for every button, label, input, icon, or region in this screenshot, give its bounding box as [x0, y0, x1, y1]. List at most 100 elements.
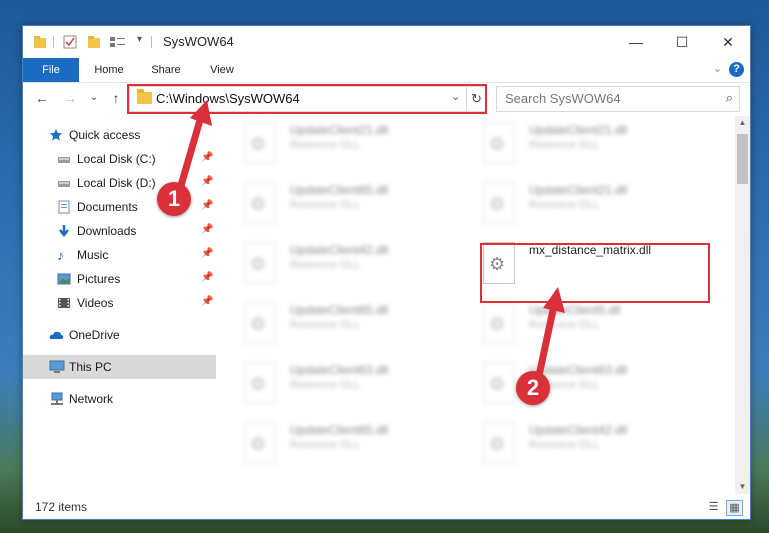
file-item[interactable]: UpdateClient5.dll Resource DLL	[467, 296, 687, 350]
status-bar: 172 items ☰ ▦	[23, 496, 750, 519]
sidebar-item-label: Documents	[77, 200, 138, 214]
sidebar-item-label: Pictures	[77, 272, 121, 286]
forward-button[interactable]: →	[61, 89, 79, 107]
sidebar-item-label: Music	[77, 248, 109, 262]
tab-share[interactable]: Share	[143, 58, 189, 82]
file-type: Resource DLL	[529, 199, 600, 211]
highlight-box-address	[127, 84, 487, 114]
sidebar-item-label: Network	[69, 392, 114, 406]
recent-locations-button[interactable]: ⌄	[85, 89, 103, 107]
help-icon[interactable]: ?	[729, 62, 744, 77]
view-options-icon[interactable]	[109, 35, 125, 49]
vertical-scrollbar[interactable]: ▲ ▼	[735, 116, 750, 494]
dll-file-icon	[244, 242, 276, 284]
pin-icon: 📌	[201, 224, 214, 235]
step-badge-2: 2	[516, 371, 550, 405]
sidebar-item-onedrive[interactable]: OneDrive	[23, 323, 216, 347]
file-item[interactable]: UpdateClient63.dll Resource DLL	[228, 356, 448, 410]
tab-home[interactable]: Home	[85, 58, 133, 82]
pin-icon: 📌	[201, 272, 214, 283]
file-name: UpdateClient42.dll	[290, 243, 389, 257]
file-item[interactable]: UpdateClient42.dll Resource DLL	[467, 416, 687, 470]
minimize-button[interactable]: —	[613, 26, 659, 58]
sidebar-item-pictures[interactable]: Pictures 📌	[23, 267, 216, 291]
back-button[interactable]: ←	[33, 89, 51, 107]
search-icon[interactable]: ⌕	[726, 90, 733, 106]
sidebar-item-downloads[interactable]: Downloads 📌	[23, 219, 216, 243]
search-box[interactable]: Search SysWOW64 ⌕	[496, 86, 740, 112]
scroll-down-icon[interactable]: ▼	[735, 480, 750, 494]
pin-icon: 📌	[201, 176, 214, 187]
divider	[53, 36, 54, 48]
window-title: SysWOW64	[163, 34, 234, 49]
sidebar-item-music[interactable]: ♪ Music 📌	[23, 243, 216, 267]
scroll-thumb[interactable]	[737, 134, 748, 184]
sidebar-item-label: Local Disk (D:)	[77, 176, 156, 190]
navigation-bar: ← → ⌄ ↑ C:\Windows\SysWOW64 ⌄ ↻ Search S…	[23, 83, 750, 115]
dll-file-icon	[483, 362, 515, 404]
videos-icon	[57, 296, 71, 310]
sidebar-item-quick-access[interactable]: Quick access	[23, 123, 216, 147]
file-item[interactable]: UpdateClient21.dll Resource DLL	[467, 176, 687, 230]
file-item[interactable]: UpdateClient21.dll Resource DLL	[467, 116, 687, 170]
file-type: Resource DLL	[290, 379, 361, 391]
sidebar-item-this-pc[interactable]: This PC	[23, 355, 216, 379]
sidebar-item-label: Downloads	[77, 224, 137, 238]
scroll-up-icon[interactable]: ▲	[735, 116, 750, 130]
tab-file[interactable]: File	[23, 58, 79, 82]
sidebar-item-label: This PC	[69, 360, 112, 374]
pin-icon: 📌	[201, 296, 214, 307]
dll-file-icon	[483, 422, 515, 464]
customize-quick-access-icon[interactable]: ▾	[137, 34, 142, 45]
sidebar-item-local-disk-c[interactable]: Local Disk (C:) 📌	[23, 147, 216, 171]
drive-icon	[57, 176, 71, 190]
file-item[interactable]: UpdateClient65.dll Resource DLL	[228, 296, 448, 350]
close-button[interactable]: ✕	[705, 26, 750, 58]
file-item[interactable]: UpdateClient42.dll Resource DLL	[228, 236, 448, 290]
properties-icon[interactable]	[63, 35, 77, 49]
dll-file-icon	[244, 182, 276, 224]
sidebar-item-label: OneDrive	[69, 328, 120, 342]
new-folder-icon[interactable]	[87, 35, 101, 49]
divider	[151, 36, 152, 48]
dll-file-icon	[244, 122, 276, 164]
file-item[interactable]: UpdateClient65.dll Resource DLL	[228, 416, 448, 470]
tab-view[interactable]: View	[199, 58, 245, 82]
file-name: UpdateClient65.dll	[290, 183, 389, 197]
file-item[interactable]: UpdateClient63.dll Resource DLL	[467, 356, 687, 410]
file-name: UpdateClient63.dll	[290, 363, 389, 377]
file-item[interactable]: UpdateClient21.dll Resource DLL	[228, 116, 448, 170]
file-type: Resource DLL	[529, 319, 600, 331]
network-icon	[49, 392, 63, 406]
sidebar-item-label: Quick access	[69, 128, 141, 142]
large-icons-view-icon[interactable]: ▦	[726, 500, 743, 516]
file-item[interactable]: UpdateClient65.dll Resource DLL	[228, 176, 448, 230]
sidebar-item-network[interactable]: Network	[23, 387, 216, 411]
highlight-box-file	[480, 243, 710, 303]
file-type: Resource DLL	[290, 439, 361, 451]
file-type: Resource DLL	[290, 139, 361, 151]
onedrive-icon	[49, 328, 64, 342]
expand-ribbon-icon[interactable]: ⌄	[713, 62, 722, 75]
file-name: UpdateClient42.dll	[529, 423, 628, 437]
navigation-pane: Quick access Local Disk (C:) 📌 Local Dis…	[23, 116, 216, 496]
title-bar: ▾ SysWOW64 — ☐ ✕	[23, 26, 750, 58]
sidebar-item-label: Local Disk (C:)	[77, 152, 156, 166]
file-type: Resource DLL	[290, 199, 361, 211]
up-button[interactable]: ↑	[107, 89, 125, 107]
ribbon-tabs: File Home Share View ⌄ ?	[23, 58, 750, 83]
maximize-button[interactable]: ☐	[659, 26, 705, 58]
pictures-icon	[57, 272, 71, 286]
file-type: Resource DLL	[290, 259, 361, 271]
dll-file-icon	[244, 422, 276, 464]
details-view-icon[interactable]: ☰	[706, 500, 721, 514]
pin-icon: 📌	[201, 152, 214, 163]
pin-icon: 📌	[201, 200, 214, 211]
folder-icon[interactable]	[33, 35, 47, 49]
pin-icon: 📌	[201, 248, 214, 259]
file-name: UpdateClient21.dll	[529, 123, 628, 137]
music-icon: ♪	[57, 247, 64, 263]
file-name: UpdateClient21.dll	[290, 123, 389, 137]
sidebar-item-videos[interactable]: Videos 📌	[23, 291, 216, 315]
search-input[interactable]: Search SysWOW64	[505, 91, 621, 106]
